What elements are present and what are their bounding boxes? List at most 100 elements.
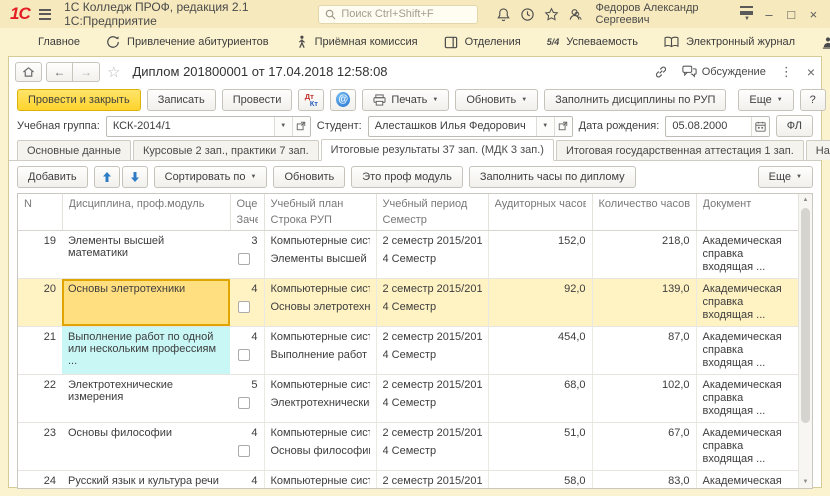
- header-grade-credit[interactable]: ОценкаЗачет: [230, 194, 264, 231]
- table-row[interactable]: 19Элементы высшей математики3Компьютерны…: [18, 231, 800, 279]
- cell-study-period[interactable]: 2 семестр 2015/2016 ...4 Семестр: [376, 231, 488, 279]
- cell-discipline[interactable]: Элементы высшей математики: [62, 231, 230, 279]
- global-search-input[interactable]: Поиск Ctrl+Shift+F: [318, 5, 477, 24]
- cell-hours[interactable]: 139,0: [592, 279, 696, 327]
- system-menu-icon[interactable]: ▼: [740, 6, 753, 22]
- menu-item-departments[interactable]: Отделения: [444, 36, 521, 49]
- cell-document[interactable]: Академическая справка входящая ...: [696, 471, 800, 490]
- table-row[interactable]: 22Электротехнические измерения5Компьютер…: [18, 375, 800, 423]
- cell-hours[interactable]: 67,0: [592, 423, 696, 471]
- table-row[interactable]: 20Основы элетротехники4Компьютерные сист…: [18, 279, 800, 327]
- combo-caret-icon[interactable]: ▼: [536, 117, 554, 136]
- window-maximize-button[interactable]: □: [785, 8, 798, 21]
- cell-discipline[interactable]: Основы философии: [62, 423, 230, 471]
- cell-grade[interactable]: 4: [230, 423, 264, 471]
- scroll-down-icon[interactable]: ▼: [799, 479, 812, 485]
- document-close-icon[interactable]: ×: [807, 64, 815, 80]
- write-button[interactable]: Записать: [147, 89, 216, 111]
- tab-coursework-practice[interactable]: Курсовые 2 зап., практики 7 зап.: [133, 140, 319, 160]
- cell-study-plan[interactable]: Компьютерные систе...Электротехнические …: [264, 375, 376, 423]
- study-group-field[interactable]: КСК-2014/1 ▼: [106, 116, 311, 137]
- tab-final-results[interactable]: Итоговые результаты 37 зап. (МДК 3 зап.): [321, 139, 554, 161]
- cell-row-number[interactable]: 20: [18, 279, 62, 327]
- email-at-button[interactable]: @: [330, 89, 356, 111]
- post-button[interactable]: Провести: [222, 89, 293, 111]
- student-field[interactable]: Алесташков Илья Федорович ▼: [368, 116, 573, 137]
- header-plan[interactable]: Учебный планСтрока РУП: [264, 194, 376, 231]
- header-discipline[interactable]: Дисциплина, проф.модуль: [62, 194, 230, 231]
- menu-item-admissions[interactable]: Приёмная комиссия: [295, 35, 418, 49]
- cell-hours[interactable]: 87,0: [592, 327, 696, 375]
- cell-study-plan[interactable]: Компьютерные систе...Основы философии: [264, 423, 376, 471]
- tab-main-data[interactable]: Основные данные: [17, 140, 131, 160]
- header-auditorium-hours[interactable]: Аудиторных часов: [488, 194, 592, 231]
- cell-study-period[interactable]: 2 семестр 2015/2016 ...4 Семестр: [376, 327, 488, 375]
- menu-item-performance[interactable]: 5/4 Успеваемость: [547, 36, 638, 48]
- dt-kt-postings-button[interactable]: ДтКт: [298, 89, 324, 111]
- header-hours[interactable]: Количество часов: [592, 194, 696, 231]
- main-menu-icon[interactable]: [39, 9, 51, 20]
- refresh-table-button[interactable]: Обновить: [273, 166, 345, 188]
- cell-row-number[interactable]: 19: [18, 231, 62, 279]
- help-button[interactable]: ?: [800, 89, 826, 111]
- table-row[interactable]: 24Русский язык и культура речи4Компьютер…: [18, 471, 800, 490]
- cell-hours[interactable]: 218,0: [592, 231, 696, 279]
- cell-auditorium-hours[interactable]: 454,0: [488, 327, 592, 375]
- menu-item-attendance[interactable]: Посещаемость: [821, 36, 830, 49]
- refresh-button[interactable]: Обновить▼: [455, 89, 538, 111]
- cell-auditorium-hours[interactable]: 68,0: [488, 375, 592, 423]
- home-button[interactable]: [15, 62, 42, 82]
- user-account-icon[interactable]: [568, 6, 583, 23]
- menu-item-main[interactable]: Главное: [38, 36, 80, 48]
- open-item-button[interactable]: [554, 117, 572, 136]
- cell-study-period[interactable]: 2 семестр 2015/2016 ...4 Семестр: [376, 375, 488, 423]
- more-button[interactable]: Еще▼: [738, 89, 793, 111]
- cell-document[interactable]: Академическая справка входящая ...: [696, 231, 800, 279]
- cell-grade[interactable]: 5: [230, 375, 264, 423]
- cell-document[interactable]: Академическая справка входящая ...: [696, 279, 800, 327]
- header-n[interactable]: N: [18, 194, 62, 231]
- cell-study-plan[interactable]: Компьютерные систе...Элементы высшей ма.…: [264, 231, 376, 279]
- cell-study-plan[interactable]: Компьютерные систе...Русский язык и куль…: [264, 471, 376, 490]
- open-item-button[interactable]: [292, 117, 310, 136]
- tab-state-attestation[interactable]: Итоговая государственная аттестация 1 за…: [556, 140, 804, 160]
- move-row-down-button[interactable]: [122, 166, 148, 188]
- cell-row-number[interactable]: 22: [18, 375, 62, 423]
- forward-button[interactable]: →: [73, 62, 100, 82]
- cell-study-plan[interactable]: Компьютерные систе...Основы элетротехник…: [264, 279, 376, 327]
- get-link-icon[interactable]: [654, 65, 668, 79]
- table-row[interactable]: 21Выполнение работ по одной или нескольк…: [18, 327, 800, 375]
- window-close-button[interactable]: ×: [807, 8, 820, 21]
- cell-document[interactable]: Академическая справка входящая ...: [696, 423, 800, 471]
- notifications-bell-icon[interactable]: [496, 6, 511, 23]
- credit-checkbox[interactable]: [238, 349, 250, 361]
- history-clock-icon[interactable]: [520, 6, 535, 23]
- move-row-up-button[interactable]: [94, 166, 120, 188]
- cell-grade[interactable]: 4: [230, 327, 264, 375]
- add-favorite-star-icon[interactable]: ☆: [107, 63, 120, 81]
- combo-caret-icon[interactable]: ▼: [274, 117, 292, 136]
- cell-discipline[interactable]: Выполнение работ по одной или нескольким…: [62, 327, 230, 375]
- cell-grade[interactable]: 4: [230, 279, 264, 327]
- individual-fl-button[interactable]: ФЛ: [776, 115, 813, 137]
- current-user-name[interactable]: Федоров Александр Сергеевич: [596, 2, 728, 26]
- cell-hours[interactable]: 83,0: [592, 471, 696, 490]
- header-document[interactable]: Документ: [696, 194, 800, 231]
- window-minimize-button[interactable]: –: [762, 8, 775, 21]
- cell-auditorium-hours[interactable]: 92,0: [488, 279, 592, 327]
- cell-auditorium-hours[interactable]: 152,0: [488, 231, 592, 279]
- cell-row-number[interactable]: 23: [18, 423, 62, 471]
- table-vertical-scrollbar[interactable]: ▲ ▼: [798, 194, 812, 488]
- header-period[interactable]: Учебный периодСеместр: [376, 194, 488, 231]
- favorites-star-icon[interactable]: [544, 6, 559, 23]
- prof-module-button[interactable]: Это проф модуль: [351, 166, 463, 188]
- cell-row-number[interactable]: 21: [18, 327, 62, 375]
- back-button[interactable]: ←: [46, 62, 73, 82]
- cell-grade[interactable]: 4: [230, 471, 264, 490]
- cell-document[interactable]: Академическая справка входящая ...: [696, 327, 800, 375]
- calendar-picker-button[interactable]: [751, 117, 769, 136]
- cell-discipline[interactable]: Русский язык и культура речи: [62, 471, 230, 490]
- cell-document[interactable]: Академическая справка входящая ...: [696, 375, 800, 423]
- cell-discipline[interactable]: Электротехнические измерения: [62, 375, 230, 423]
- fill-hours-button[interactable]: Заполнить часы по диплому: [469, 166, 636, 188]
